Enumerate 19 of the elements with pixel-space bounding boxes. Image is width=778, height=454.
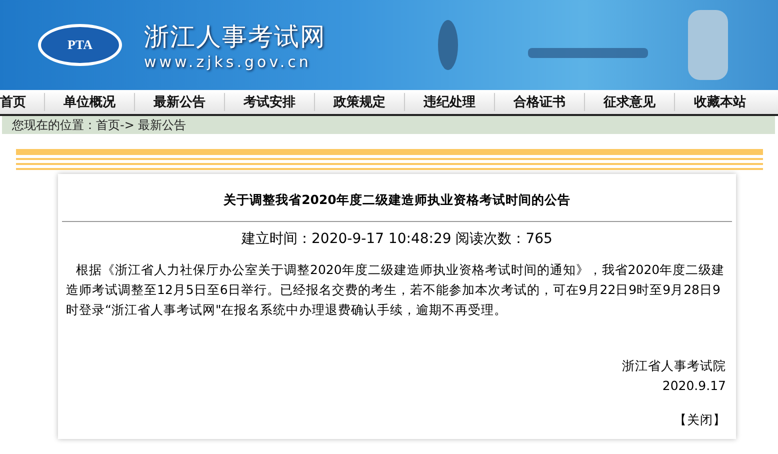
article-date: 2020.9.17 — [661, 377, 727, 395]
nav-link[interactable]: 单位概况 — [45, 93, 135, 111]
article-body: 根据《浙江省人力社保厅办公室关于调整2020年度二级建造师执业资格考试时间的通知》，我省2020年度二级建造师考试调整至12月5日至6日举行。已经报名交费的考生，若不能参加本次考试的，可在9月22日9时至9月28日9时登录“浙江省人事考试网"在报名系统中办理退费确认手续，逾期不再受理。 — [66, 261, 726, 319]
nav-link[interactable]: 收藏本站 — [675, 93, 765, 111]
nav-link[interactable]: 合格证书 — [495, 93, 585, 111]
site-name: 浙江人事考试网 — [144, 20, 326, 52]
signature: 浙江省人事考试院 — [621, 357, 727, 375]
nav-link[interactable]: 征求意见 — [585, 93, 675, 111]
close-link[interactable]: 【关闭】 — [62, 396, 732, 429]
nav-link[interactable]: 违纪处理 — [405, 93, 495, 111]
nav-link[interactable]: 首页 — [0, 93, 45, 111]
nav-link[interactable]: 最新公告 — [135, 93, 225, 111]
nav-link[interactable]: 政策规定 — [315, 93, 405, 111]
logo: PTA — [38, 24, 122, 66]
article-meta: 建立时间：2020-9-17 10:48:29 阅读次数：765 — [240, 230, 554, 249]
breadcrumb: 您现在的位置：首页-> 最新公告 — [2, 116, 775, 134]
nav-link[interactable]: 考试安排 — [225, 93, 315, 111]
site-url: www.zjks.gov.cn — [144, 52, 312, 70]
article-title: 关于调整我省2020年度二级建造师执业资格考试时间的公告 — [62, 174, 732, 222]
